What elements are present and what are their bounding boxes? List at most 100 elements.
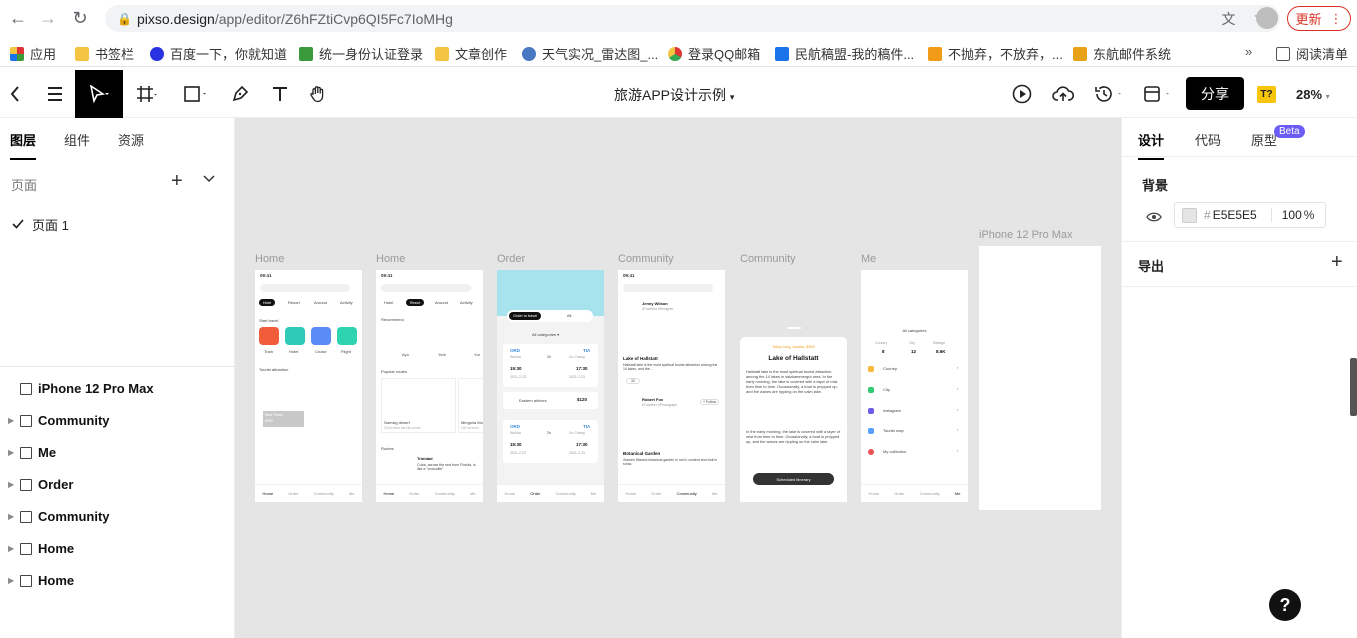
pages-header: 页面 bbox=[11, 178, 38, 193]
frame-label[interactable]: Community bbox=[740, 253, 796, 265]
text-tool-icon[interactable] bbox=[266, 70, 294, 118]
order-frame[interactable]: Order to travel All All categories ▾ ORD… bbox=[497, 270, 604, 502]
update-button[interactable]: 更新 ⋮ bbox=[1287, 6, 1351, 31]
forward-icon[interactable]: → bbox=[32, 2, 64, 34]
history-icon[interactable] bbox=[1092, 70, 1128, 118]
add-export-icon[interactable]: + bbox=[1331, 251, 1343, 274]
layer-row[interactable]: ▶ Order bbox=[8, 477, 73, 492]
section-title: Start travel bbox=[259, 318, 279, 323]
layer-row[interactable]: ▶ Community bbox=[8, 413, 110, 428]
community-detail-frame[interactable]: Tokyo long, Austria, $300 Lake of Hallst… bbox=[740, 270, 847, 502]
bookmark-qqmail[interactable]: 登录QQ邮箱 bbox=[668, 44, 760, 63]
layer-row[interactable]: ▶ Me bbox=[8, 445, 56, 460]
depart-time: 15:30 bbox=[510, 366, 522, 371]
frame-label[interactable]: Community bbox=[618, 253, 674, 265]
zoom-level[interactable]: 28% ▾ bbox=[1296, 87, 1330, 102]
menu-icon[interactable] bbox=[40, 70, 70, 118]
frame-tool-icon[interactable] bbox=[132, 70, 162, 118]
frame-label[interactable]: Home bbox=[376, 253, 405, 265]
divider bbox=[1270, 208, 1272, 222]
collapse-pages-icon[interactable] bbox=[203, 172, 215, 186]
expand-icon[interactable]: ▶ bbox=[8, 448, 14, 457]
color-swatch[interactable] bbox=[1182, 207, 1197, 223]
page-item[interactable]: 页面 1 bbox=[12, 215, 69, 234]
bookmark-folder[interactable]: 书签栏 bbox=[75, 44, 134, 63]
frame-icon bbox=[20, 446, 32, 459]
share-button[interactable]: 分享 bbox=[1186, 77, 1244, 110]
hand-tool-icon[interactable] bbox=[304, 70, 332, 118]
page-dots bbox=[787, 327, 801, 329]
move-tool-icon[interactable] bbox=[75, 70, 123, 118]
panel-resize-handle[interactable] bbox=[1350, 358, 1357, 416]
lock-icon: 🔒 bbox=[117, 11, 132, 26]
opacity-value[interactable]: 100 bbox=[1282, 208, 1302, 222]
ticket-price: $120 bbox=[577, 397, 588, 402]
back-icon[interactable]: ← bbox=[2, 2, 34, 34]
back-chevron-icon[interactable] bbox=[0, 70, 30, 118]
tab-code[interactable]: 代码 bbox=[1195, 130, 1221, 149]
chip: Activity bbox=[340, 300, 353, 305]
bookmark-weather[interactable]: 天气实况_雷达图_... bbox=[522, 44, 658, 63]
frame-label[interactable]: Me bbox=[861, 253, 876, 265]
to-city: Xu Chang bbox=[569, 431, 585, 435]
frame-label[interactable]: iPhone 12 Pro Max bbox=[979, 229, 1073, 241]
translate-icon[interactable]: 文 bbox=[1221, 9, 1235, 29]
help-button[interactable]: ? bbox=[1269, 589, 1301, 621]
home-routes-frame[interactable]: 09:41 Hotel Resort Around Activity Recom… bbox=[376, 270, 483, 502]
airline-icon bbox=[775, 46, 789, 61]
expand-icon[interactable]: ▶ bbox=[8, 416, 14, 425]
bookmark-minhang[interactable]: 民航稿盟-我的稿件... bbox=[775, 44, 914, 63]
tab-assets[interactable]: 资源 bbox=[118, 130, 144, 160]
layer-row[interactable]: ▶ Home bbox=[8, 541, 74, 556]
chevron-down-icon: ▾ bbox=[1325, 92, 1330, 101]
frame-label[interactable]: Order bbox=[497, 253, 525, 265]
section-title: Recommend bbox=[381, 317, 404, 322]
tab-prototype[interactable]: 原型 bbox=[1251, 130, 1277, 149]
editor-toolbar: 旅游APP设计示例 ▾ 分享 T? 28% ▾ bbox=[0, 70, 1357, 118]
design-canvas[interactable]: Home Home Order Community Community Me i… bbox=[235, 118, 1121, 638]
icon-label: Flight bbox=[341, 349, 351, 354]
pen-tool-icon[interactable] bbox=[226, 70, 254, 118]
me-frame[interactable]: All categories Country City Mileage 8 12… bbox=[861, 270, 968, 502]
expand-icon[interactable]: ▶ bbox=[8, 480, 14, 489]
home-frame[interactable]: 09:41 Hotel Resort Around Activity Start… bbox=[255, 270, 362, 502]
frame-label[interactable]: Home bbox=[255, 253, 284, 265]
tab-layers[interactable]: 图层 bbox=[10, 130, 37, 160]
expand-icon[interactable]: ▶ bbox=[8, 576, 14, 585]
tab-order: Order bbox=[288, 491, 299, 496]
bookmark-never-give-up[interactable]: 不抛弃，不放弃，... bbox=[928, 44, 1063, 63]
bookmark-article[interactable]: 文章创作 bbox=[435, 44, 507, 63]
eye-icon[interactable] bbox=[1146, 209, 1162, 227]
profile-avatar[interactable] bbox=[1256, 7, 1278, 29]
shape-tool-icon[interactable] bbox=[180, 70, 212, 118]
icon-label: Hotel bbox=[289, 349, 299, 354]
layer-row[interactable]: ▶ Community bbox=[8, 509, 110, 524]
tab-components[interactable]: 组件 bbox=[64, 130, 90, 160]
expand-icon[interactable]: ▶ bbox=[8, 544, 14, 553]
instagram-icon bbox=[868, 408, 874, 414]
reading-list[interactable]: 阅读清单 bbox=[1276, 44, 1348, 63]
add-page-icon[interactable]: + bbox=[171, 170, 183, 193]
play-icon[interactable] bbox=[1010, 70, 1034, 118]
bookmark-apps[interactable]: 应用 bbox=[10, 44, 56, 63]
more-bookmarks-icon[interactable]: » bbox=[1245, 44, 1252, 59]
url-bar[interactable]: 🔒 pixso.design/app/editor/Z6hFZtiCvp6QI5… bbox=[105, 5, 1280, 32]
iphone-12-pro-max-frame[interactable] bbox=[979, 246, 1101, 510]
bookmark-eastern-mail[interactable]: 东航邮件系统 bbox=[1073, 44, 1171, 63]
categories-dropdown: All categories ▾ bbox=[532, 332, 560, 337]
layout-icon[interactable] bbox=[1140, 70, 1178, 118]
bookmark-baidu[interactable]: 百度一下，你就知道 bbox=[150, 44, 287, 63]
background-color-field[interactable]: # E5E5E5 100 % bbox=[1174, 202, 1326, 228]
bookmark-auth[interactable]: 统一身份认证登录 bbox=[299, 44, 423, 63]
upload-cloud-icon[interactable] bbox=[1050, 70, 1076, 118]
user-avatar[interactable]: T? bbox=[1257, 86, 1276, 103]
route-sub: 30 km from the city center bbox=[384, 426, 421, 430]
reload-icon[interactable]: ↻ bbox=[64, 2, 96, 34]
document-title[interactable]: 旅游APP设计示例 ▾ bbox=[614, 85, 734, 105]
expand-icon[interactable]: ▶ bbox=[8, 512, 14, 521]
color-hex-value[interactable]: E5E5E5 bbox=[1213, 208, 1257, 222]
bottom-tab-bar: Home Order Community Me bbox=[376, 484, 483, 502]
layer-row[interactable]: ▶ Home bbox=[8, 573, 74, 588]
layer-row[interactable]: iPhone 12 Pro Max bbox=[8, 381, 154, 396]
community-frame[interactable]: 09:41 Jenny Wilson #Traveller #Designer … bbox=[618, 270, 725, 502]
